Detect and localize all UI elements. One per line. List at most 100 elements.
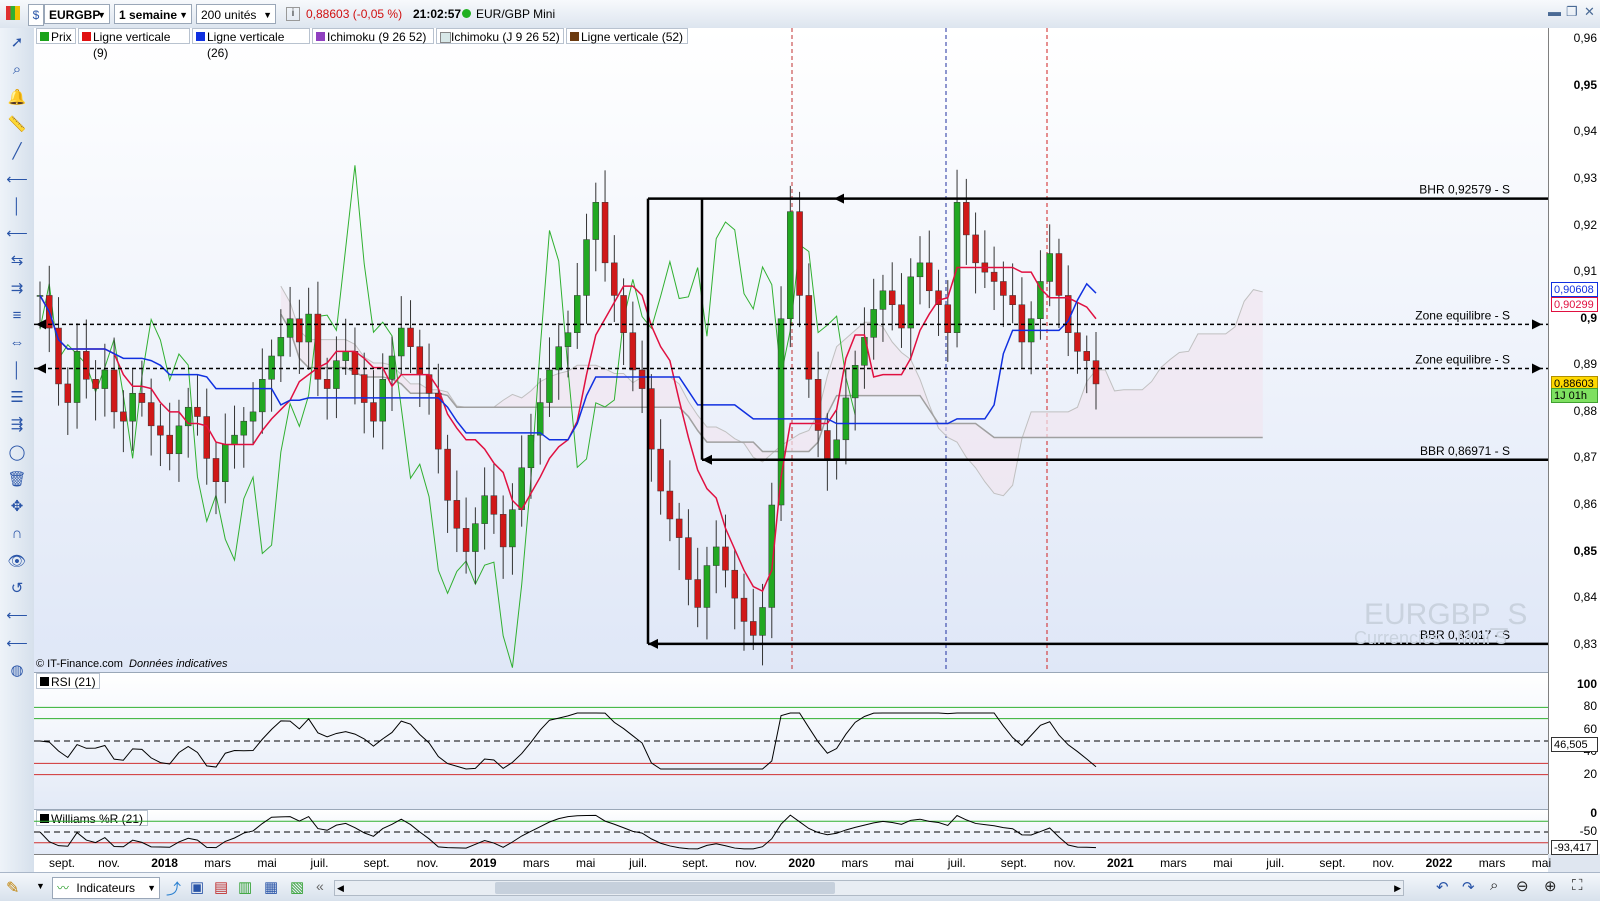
time-tick-label: mars: [1478, 856, 1506, 870]
undo-arrow-icon[interactable]: ↶: [1436, 878, 1449, 896]
time-tick-label: juil.: [947, 856, 966, 870]
dropdown-arrow-icon[interactable]: ▼: [36, 881, 45, 891]
units-select[interactable]: 200 unités ▼: [196, 4, 276, 24]
text-icon[interactable]: │: [6, 360, 28, 382]
candle-body: [750, 621, 757, 636]
watermark-title: EURGBP_S: [1364, 598, 1528, 631]
time-tick-label: juil.: [310, 856, 329, 870]
time-tick-label: mai: [576, 856, 596, 870]
redo-arrow-icon[interactable]: ↷: [1462, 878, 1475, 896]
candle-body: [879, 290, 887, 310]
layout-icon[interactable]: ▤: [214, 878, 228, 896]
vertical-line-icon[interactable]: │: [6, 196, 28, 218]
zoom-in-icon[interactable]: ⊕: [1544, 877, 1557, 895]
rsi-value-tag: 46,505: [1551, 736, 1598, 752]
eye-icon[interactable]: 👁: [6, 551, 28, 573]
candle-body: [518, 467, 525, 510]
williams-tick-label: -50: [1579, 824, 1597, 838]
price-chart[interactable]: Prix Ligne verticale (9) Ligne verticale (…: [34, 28, 1548, 673]
candle-body: [592, 202, 600, 240]
rsi-tick-label: 20: [1583, 766, 1597, 781]
bottom-toolbar: ✎ ▼ 〰 Indicateurs ▼ ⤴ ▣ ▤ ▥ ▦ ▧ « ◀ ▶ ↶ …: [0, 872, 1600, 901]
time-tick-label: sept.: [1000, 856, 1027, 870]
trash-icon[interactable]: 🗑: [6, 469, 28, 491]
color-wheel-icon[interactable]: ◍: [6, 660, 28, 682]
channel-icon[interactable]: ⇆: [6, 250, 28, 272]
screens-icon[interactable]: ▦: [264, 878, 278, 896]
williams-panel[interactable]: Williams %R (21): [34, 810, 1548, 854]
indicators-label: Indicateurs: [76, 881, 136, 895]
list-icon[interactable]: ☰: [6, 387, 28, 409]
pattern-icon[interactable]: ⇶: [6, 414, 28, 436]
period-select[interactable]: 1 semaine ▼: [114, 4, 192, 24]
chat-icon[interactable]: ▣: [190, 878, 204, 896]
arrows-icon[interactable]: ⇔: [6, 332, 28, 354]
price-tick-label: 0,93: [1573, 171, 1597, 186]
candle-body: [110, 369, 118, 413]
line-tool2-icon[interactable]: ⟵: [6, 633, 28, 655]
time-tick-label: 2018: [151, 856, 178, 870]
currency-icon[interactable]: $: [28, 4, 44, 26]
candle-body: [648, 388, 655, 450]
line-tool-icon[interactable]: ⟵: [6, 605, 28, 627]
compare-icon[interactable]: ▧: [290, 878, 304, 896]
rsi-panel[interactable]: RSI (21): [34, 673, 1548, 810]
magnet-icon[interactable]: ∩: [6, 523, 28, 545]
info-icon[interactable]: i: [286, 7, 300, 21]
williams-plot[interactable]: [34, 810, 1548, 854]
share-icon[interactable]: ⤴: [166, 878, 181, 899]
trendline-icon[interactable]: ╱: [6, 141, 28, 163]
time-axis[interactable]: sept. nov. 2018 mars mai juil. sept. nov. 2019 ma…: [34, 854, 1551, 873]
williams-tick-label: 0: [1590, 806, 1597, 820]
time-tick-label: nov.: [1372, 856, 1395, 870]
rsi-plot[interactable]: [34, 673, 1548, 809]
price-axis[interactable]: 0,96 0,95 0,94 0,93 0,92 0,91 0,9 0,89 0,88 0,87 0…: [1548, 28, 1600, 855]
alert-bell-icon[interactable]: 🔔: [6, 87, 28, 109]
time-tick-label: nov.: [416, 856, 439, 870]
candle-body: [157, 425, 164, 436]
candle-body: [546, 369, 553, 403]
parallel-icon[interactable]: ⇉: [6, 278, 28, 300]
zoom-fit-icon[interactable]: ⌕: [1490, 877, 1498, 894]
level-annotation: Zone equilibre - S: [1415, 308, 1510, 322]
undo-icon[interactable]: ↺: [6, 578, 28, 600]
horizontal-scrollbar[interactable]: ◀ ▶: [334, 880, 1404, 896]
minimize-icon[interactable]: ▬: [1548, 4, 1561, 19]
candle-body: [787, 211, 794, 319]
candle-body: [944, 304, 952, 333]
scroll-left-icon[interactable]: ◀: [337, 881, 344, 895]
arrow-head-icon: [834, 193, 844, 204]
cursor-icon[interactable]: ➚: [6, 32, 28, 54]
price-tag: 0,90299: [1551, 296, 1598, 312]
candle-body: [824, 430, 831, 459]
candle-body: [120, 411, 127, 422]
arrow-head-icon: [702, 454, 712, 465]
price-plot[interactable]: BHR 0,92579 - S Zone equilibre - S Zone eq…: [34, 28, 1548, 672]
symbol-select[interactable]: EURGBP ▼: [44, 4, 110, 24]
time-tick-label: 2021: [1107, 856, 1134, 870]
candle-body: [92, 379, 99, 389]
candle-body: [194, 406, 201, 417]
scroll-right-icon[interactable]: ▶: [1394, 881, 1401, 895]
left-line-icon[interactable]: ⟵: [6, 223, 28, 245]
zoom-out-icon[interactable]: ⊖: [1516, 877, 1529, 895]
ellipse-icon[interactable]: ◯: [6, 442, 28, 464]
candles-icon[interactable]: ▥: [238, 878, 252, 896]
candle-body: [907, 276, 914, 329]
drawing-toolbar: ➚ ⌕ 🔔 📏 ╱ ⟵ │ ⟵ ⇆ ⇉ ≡ ⇔ │ ☰ ⇶ ◯ 🗑 ✥ ∩ 👁 ↺ ⟵ ⟵ ◍: [0, 28, 35, 872]
horizontal-line-icon[interactable]: ⟵: [6, 169, 28, 191]
candle-body: [657, 448, 664, 492]
zoom-icon[interactable]: ⌕: [6, 59, 28, 81]
move-icon[interactable]: ✥: [6, 496, 28, 518]
pencil-icon[interactable]: ✎: [6, 878, 19, 898]
candle-body: [240, 420, 248, 436]
indicators-button[interactable]: 〰 Indicateurs ▼: [52, 877, 160, 899]
restore-icon[interactable]: ❐: [1566, 4, 1578, 20]
collapse-icon[interactable]: «: [316, 878, 324, 894]
fibonacci-icon[interactable]: ≡: [6, 305, 28, 327]
ruler-icon[interactable]: 📏: [6, 114, 28, 136]
candle-body: [1074, 332, 1081, 352]
scrollbar-thumb[interactable]: [495, 882, 835, 894]
close-icon[interactable]: ✕: [1584, 4, 1595, 20]
fullscreen-icon[interactable]: ⛶: [1572, 877, 1583, 894]
